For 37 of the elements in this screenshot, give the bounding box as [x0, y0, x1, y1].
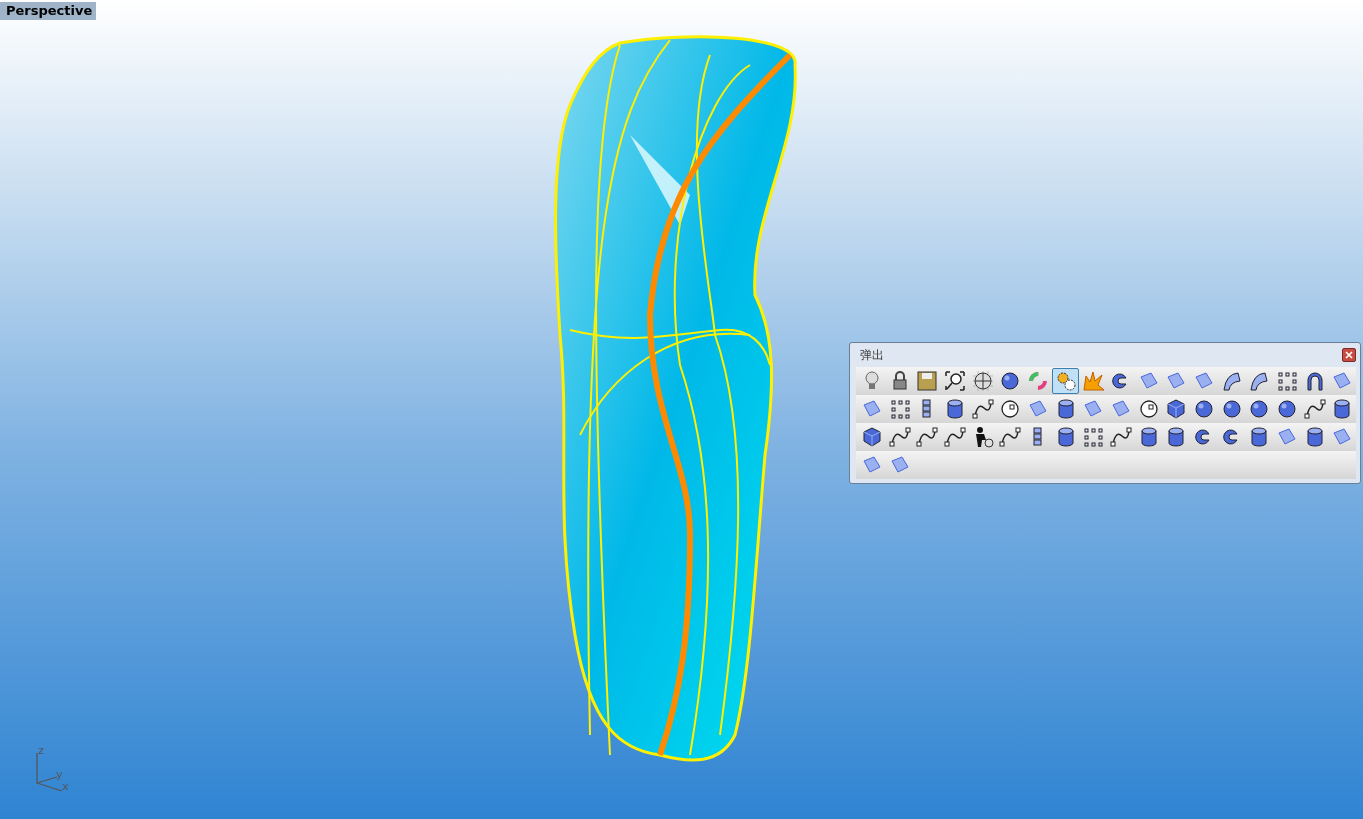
sphere-icon [1220, 398, 1243, 420]
curve-icon [888, 426, 911, 448]
gear-icon [1054, 370, 1077, 392]
arc-surface-icon [1220, 370, 1243, 392]
grid-sphere-icon [971, 370, 994, 392]
circle-icon [999, 398, 1022, 420]
points-icon [1082, 426, 1105, 448]
sphere-icon [999, 370, 1022, 392]
burst-icon [1082, 370, 1105, 392]
sphere-icon [1275, 398, 1298, 420]
circle-icon [1137, 398, 1160, 420]
box-icon [860, 426, 883, 448]
box-icon [1165, 398, 1188, 420]
viewport-title[interactable]: Perspective [0, 2, 97, 20]
window-title: 弹出 [859, 346, 884, 364]
close-icon [1345, 351, 1353, 359]
zoom-icon [943, 370, 966, 392]
curve-icon [1303, 398, 1326, 420]
z-axis-label: z [38, 745, 44, 756]
curve-icon [916, 426, 939, 448]
curve-icon [971, 398, 994, 420]
x-axis-label: x [62, 781, 69, 792]
toolbar-button[interactable] [941, 424, 969, 450]
toolbar-button[interactable] [1107, 424, 1135, 450]
close-button[interactable] [1342, 348, 1356, 362]
color-wheel-icon [1026, 370, 1049, 392]
curve-icon [1109, 426, 1132, 448]
curve-icon [943, 426, 966, 448]
points-icon [888, 398, 911, 420]
curve-icon [999, 426, 1022, 448]
points-icon [1275, 370, 1298, 392]
save-icon [916, 370, 939, 392]
toolbar-button[interactable] [913, 424, 941, 450]
arc-surface-icon [1248, 370, 1271, 392]
sphere-icon [1248, 398, 1271, 420]
sphere-icon [1192, 398, 1215, 420]
y-axis-label: y [56, 769, 63, 780]
